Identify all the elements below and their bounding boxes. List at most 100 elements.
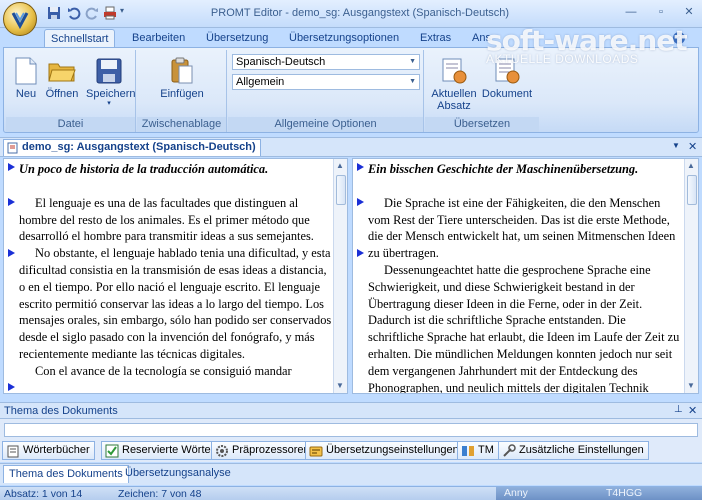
target-paragraph: Die Sprache ist eine der Fähigkeiten, di…: [368, 195, 676, 261]
scroll-down-icon[interactable]: ▼: [336, 381, 344, 390]
translate-paragraph-label: Aktuellen Absatz: [431, 88, 477, 112]
save-button[interactable]: Speichern ▾: [86, 56, 136, 108]
preprocessors-label: Präprozessoren: [232, 444, 310, 456]
close-button[interactable]: ✕: [680, 5, 698, 19]
tm-button[interactable]: TM: [457, 441, 499, 460]
promt-logo-icon: [11, 12, 29, 30]
restore-button[interactable]: ▫: [652, 5, 670, 19]
group-datei: Neu Öffnen Speichern ▾ Datei: [6, 50, 136, 132]
theme-panel-title: Thema des Dokuments: [4, 405, 118, 417]
paste-clipboard-icon: [171, 57, 193, 84]
print-icon[interactable]: [102, 5, 118, 21]
theme-panel-scroll[interactable]: [4, 423, 698, 437]
new-button[interactable]: Neu: [6, 56, 46, 100]
translate-paragraph-icon: [442, 58, 467, 84]
close-panel-icon[interactable]: ✕: [688, 404, 697, 417]
tab-uebersetzung[interactable]: Übersetzung: [200, 29, 274, 48]
tab-uebersetzungsanalyse[interactable]: Übersetzungsanalyse: [120, 465, 236, 483]
watermark-subtitle: AKTUELLE DOWNLOADS: [486, 52, 639, 66]
new-document-icon: [15, 57, 37, 85]
scroll-thumb[interactable]: [687, 175, 697, 205]
dictionaries-label: Wörterbücher: [23, 444, 90, 456]
scroll-down-icon[interactable]: ▼: [687, 381, 695, 390]
paste-label: Einfügen: [160, 88, 204, 100]
group-allgemeine-optionen: Spanisch-Deutsch ▼ Allgemein ▼ Allgemein…: [228, 50, 424, 132]
profile-select[interactable]: Allgemein ▼: [232, 74, 420, 90]
reserved-words-label: Reservierte Wörter: [122, 444, 215, 456]
document-tab-label: demo_sg: Ausgangstext (Spanisch-Deutsch): [22, 141, 256, 153]
language-direction-select[interactable]: Spanisch-Deutsch ▼: [232, 54, 420, 70]
scroll-up-icon[interactable]: ▲: [687, 161, 695, 170]
tab-extras[interactable]: Extras: [414, 29, 457, 48]
target-text-pane[interactable]: Ein bisschen Geschichte der Maschinenübe…: [352, 158, 699, 394]
source-text-pane[interactable]: Un poco de historia de la traducción aut…: [3, 158, 348, 394]
status-paragraph: Absatz: 1 von 14: [4, 488, 83, 500]
chevron-down-icon: ▼: [409, 58, 416, 65]
group-label-zwischenablage: Zwischenablage: [137, 117, 226, 132]
open-button[interactable]: Öffnen: [42, 56, 82, 100]
undo-icon[interactable]: [66, 5, 82, 21]
source-paragraph: El lenguaje es una de las facultades que…: [19, 195, 314, 244]
redo-icon[interactable]: [84, 5, 100, 21]
paste-button[interactable]: Einfügen: [159, 56, 205, 100]
dictionaries-button[interactable]: Wörterbücher: [2, 441, 95, 460]
status-field-user: Anny: [504, 487, 528, 499]
paragraph-marker-icon: [8, 198, 15, 206]
paragraph-marker-icon: [8, 383, 15, 391]
additional-settings-label: Zusätzliche Einstellungen: [519, 444, 644, 456]
status-bar-right: Anny T4HGG: [496, 487, 702, 500]
group-label-datei: Datei: [6, 117, 135, 132]
tab-schnellstart[interactable]: Schnellstart: [44, 29, 116, 48]
book-icon: [7, 445, 19, 458]
translation-settings-label: Übersetzungseinstellungen: [326, 444, 459, 456]
source-vertical-scrollbar[interactable]: ▲ ▼: [333, 159, 347, 393]
close-document-icon[interactable]: ✕: [688, 140, 697, 153]
target-vertical-scrollbar[interactable]: ▲ ▼: [684, 159, 698, 393]
language-direction-value: Spanisch-Deutsch: [236, 56, 326, 68]
checklist-icon: [105, 444, 119, 458]
tab-bearbeiten[interactable]: Bearbeiten: [126, 29, 191, 48]
document-tab[interactable]: demo_sg: Ausgangstext (Spanisch-Deutsch): [3, 139, 261, 156]
source-title: Un poco de historia de la traducción aut…: [19, 162, 269, 176]
source-paragraph: Con el avance de la tecnología se consig…: [35, 363, 292, 378]
qat-customize-icon[interactable]: ▾: [120, 6, 124, 15]
additional-settings-button[interactable]: Zusätzliche Einstellungen: [498, 441, 649, 460]
save-disk-icon: [96, 58, 122, 84]
tab-uebersetzungsoptionen[interactable]: Übersetzungsoptionen: [283, 29, 405, 48]
chevron-down-icon: ▼: [409, 78, 416, 85]
document-icon: [7, 142, 18, 154]
target-paragraph: Dessenungeachtet hatte die gesprochene S…: [368, 262, 680, 394]
paragraph-marker-icon: [357, 249, 364, 257]
open-folder-icon: [48, 63, 76, 82]
open-label: Öffnen: [45, 88, 79, 100]
tab-list-icon[interactable]: ▼: [672, 141, 680, 150]
save-dropdown-icon[interactable]: ▾: [86, 100, 132, 108]
translate-paragraph-button[interactable]: Aktuellen Absatz: [429, 56, 479, 112]
reserved-words-button[interactable]: Reservierte Wörter: [101, 441, 220, 460]
tm-label: TM: [478, 444, 494, 456]
translation-settings-icon: [309, 446, 323, 457]
gears-icon: [216, 445, 228, 457]
translation-settings-button[interactable]: Übersetzungseinstellungen: [305, 441, 464, 460]
paragraph-marker-icon: [357, 163, 364, 171]
translate-document-label: Dokument: [481, 88, 533, 100]
scroll-up-icon[interactable]: ▲: [336, 161, 344, 170]
theme-panel-header: Thema des Dokuments ⊥ ✕: [0, 402, 702, 419]
paragraph-marker-icon: [357, 198, 364, 206]
group-label-allgemeine-optionen: Allgemeine Optionen: [228, 117, 423, 132]
paragraph-marker-icon: [8, 163, 15, 171]
tab-thema-des-dokuments[interactable]: Thema des Dokuments: [3, 465, 129, 483]
minimize-button[interactable]: —: [622, 5, 640, 19]
window-title: PROMT Editor - demo_sg: Ausgangstext (Sp…: [210, 7, 510, 19]
group-label-uebersetzen: Übersetzen: [425, 117, 539, 132]
status-characters: Zeichen: 7 von 48: [118, 488, 202, 500]
source-paragraph: No obstante, el lenguaje hablado tenia u…: [19, 246, 332, 361]
scroll-thumb[interactable]: [336, 175, 346, 205]
save-quick-icon[interactable]: [46, 5, 62, 21]
preprocessors-button[interactable]: Präprozessoren: [211, 441, 315, 460]
group-zwischenablage: Einfügen Zwischenablage: [137, 50, 227, 132]
profile-value: Allgemein: [236, 76, 285, 88]
app-menu-button[interactable]: [3, 2, 37, 36]
pin-icon[interactable]: ⊥: [674, 404, 683, 415]
new-label: Neu: [15, 88, 37, 100]
